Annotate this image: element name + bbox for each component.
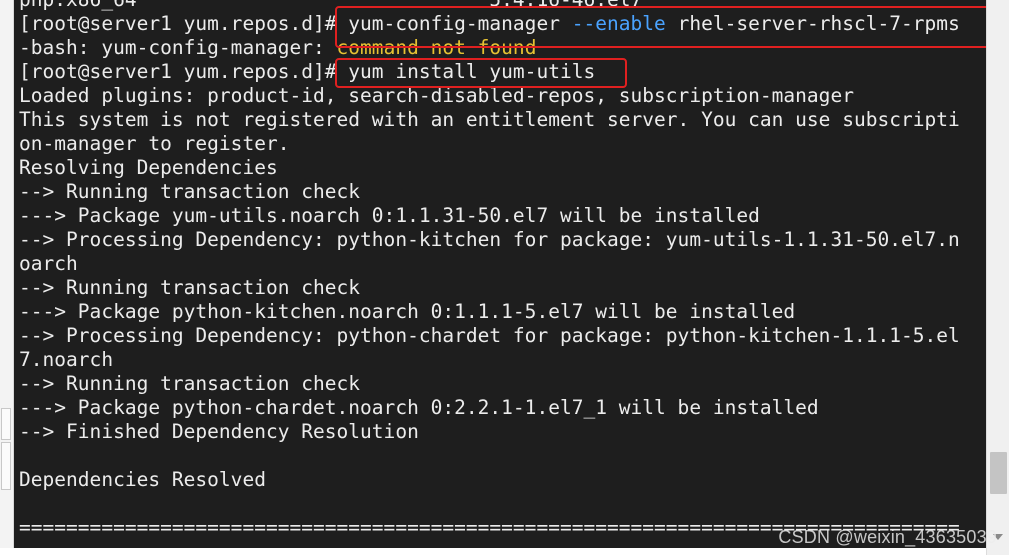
terminal-text: 7.noarch (19, 348, 114, 371)
terminal-text: --> Running transaction check (19, 180, 361, 203)
gutter-marker (1, 442, 11, 490)
terminal-text: [root@server1 yum.repos.d]# (19, 12, 349, 35)
terminal-output: php.x86_64 5.4.16-46.el7 dvd[root@server… (19, 0, 986, 540)
terminal-line: [root@server1 yum.repos.d]# yum-config-m… (19, 12, 986, 36)
terminal-line: -bash: yum-config-manager: command not f… (19, 36, 986, 60)
terminal-text: ---> Package yum-utils.noarch 0:1.1.31-5… (19, 204, 760, 227)
terminal-text: Dependencies Resolved (19, 468, 266, 491)
terminal-text: ---> Package python-chardet.noarch 0:2.2… (19, 396, 819, 419)
screenshot-frame: php.x86_64 5.4.16-46.el7 dvd[root@server… (0, 0, 1009, 555)
terminal-text: This system is not registered with an en… (19, 108, 960, 131)
terminal-text: on-manager to register. (19, 132, 290, 155)
terminal-line: Dependencies Resolved (19, 468, 986, 492)
scrollbar-thumb[interactable] (990, 452, 1007, 494)
terminal-text: ---> Package python-kitchen.noarch 0:1.1… (19, 300, 796, 323)
terminal-line: --> Finished Dependency Resolution (19, 420, 986, 444)
terminal-line: oarch (19, 252, 986, 276)
command-option-text: --enable (571, 12, 666, 35)
error-text: command not found (336, 36, 537, 59)
terminal-text: rhel-server-rhscl-7-rpms (665, 12, 960, 35)
terminal-line: --> Processing Dependency: python-charde… (19, 324, 986, 348)
terminal-text: oarch (19, 252, 78, 275)
terminal-text: php.x86_64 5.4.16-46.el7 dvd (19, 0, 986, 11)
terminal-line: ---> Package yum-utils.noarch 0:1.1.31-5… (19, 204, 986, 228)
terminal-line: --> Running transaction check (19, 276, 986, 300)
terminal-text: Loaded plugins: product-id, search-disab… (19, 84, 854, 107)
terminal-line: This system is not registered with an en… (19, 108, 986, 132)
terminal-text: --> Processing Dependency: python-charde… (19, 324, 960, 347)
left-gutter (0, 0, 14, 555)
terminal-text: -bash: yum-config-manager: (19, 36, 337, 59)
terminal-line: Resolving Dependencies (19, 156, 986, 180)
terminal-text: --> Running transaction check (19, 372, 361, 395)
terminal-line: --> Running transaction check (19, 372, 986, 396)
terminal-line: php.x86_64 5.4.16-46.el7 dvd (19, 0, 986, 12)
terminal-line: Loaded plugins: product-id, search-disab… (19, 84, 986, 108)
terminal-line: 7.noarch (19, 348, 986, 372)
terminal-text: --> Finished Dependency Resolution (19, 420, 419, 443)
terminal-line: ---> Package python-chardet.noarch 0:2.2… (19, 396, 986, 420)
vertical-scrollbar[interactable] (986, 0, 1009, 555)
terminal-window[interactable]: php.x86_64 5.4.16-46.el7 dvd[root@server… (14, 0, 986, 548)
terminal-text: [root@server1 yum.repos.d]# yum install … (19, 60, 596, 83)
terminal-line: --> Running transaction check (19, 180, 986, 204)
terminal-line: ---> Package python-kitchen.noarch 0:1.1… (19, 300, 986, 324)
terminal-bottom-edge (0, 548, 986, 555)
terminal-text: Resolving Dependencies (19, 156, 278, 179)
terminal-text: --> Processing Dependency: python-kitche… (19, 228, 960, 251)
terminal-line: [root@server1 yum.repos.d]# yum install … (19, 60, 986, 84)
watermark: CSDN @weixin_43635039 (778, 527, 997, 547)
terminal-text: --> Running transaction check (19, 276, 361, 299)
terminal-text: yum-config-manager (348, 12, 572, 35)
gutter-marker (1, 408, 11, 440)
terminal-line: --> Processing Dependency: python-kitche… (19, 228, 986, 252)
terminal-line: on-manager to register. (19, 132, 986, 156)
